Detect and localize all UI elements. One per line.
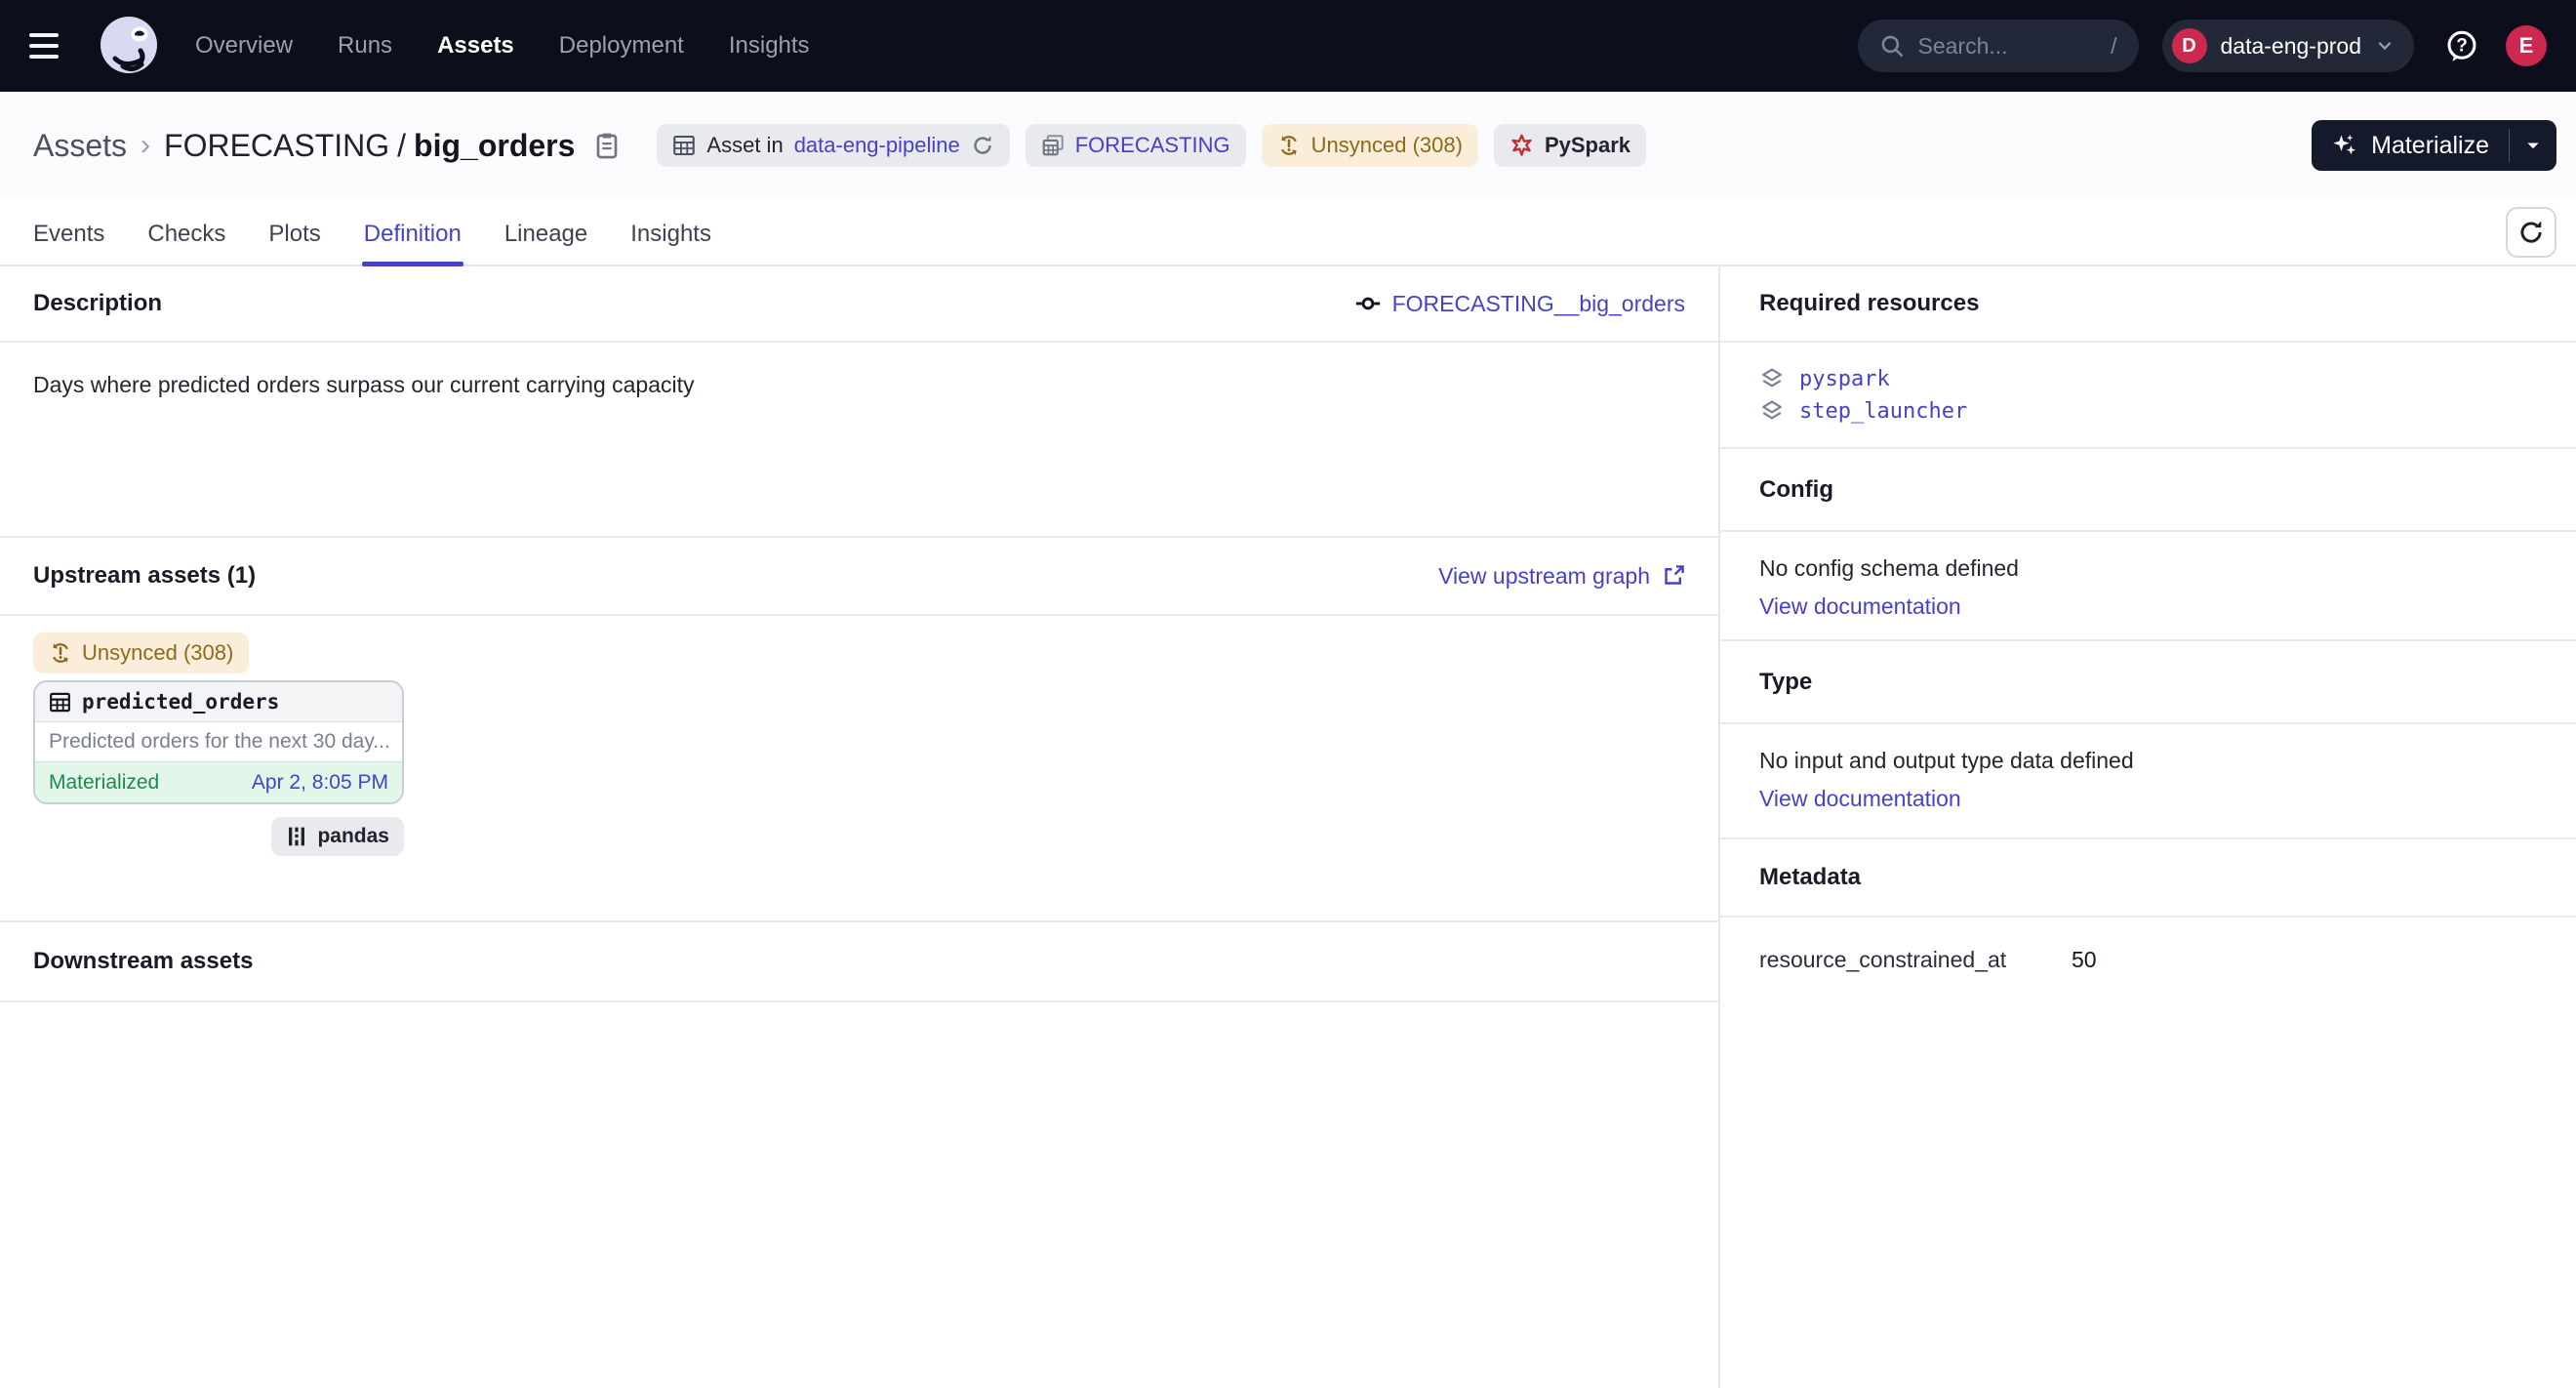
tab-checks[interactable]: Checks (147, 221, 225, 265)
view-upstream-graph-label: View upstream graph (1438, 563, 1650, 590)
pandas-kind-tag[interactable]: pandas (271, 817, 404, 856)
search-shortcut-hint: / (2111, 33, 2116, 60)
downstream-title: Downstream assets (33, 948, 253, 975)
resource-link-step-launcher[interactable]: step_launcher (1759, 395, 2537, 428)
asset-tabs: Events Checks Plots Definition Lineage I… (0, 199, 2576, 266)
deployment-switcher[interactable]: D data-eng-prod (2162, 20, 2415, 72)
spark-star-icon (1509, 134, 1534, 158)
breadcrumb-assets-link[interactable]: Assets (33, 128, 127, 164)
tab-insights[interactable]: Insights (630, 221, 711, 265)
breadcrumb-slash: / (397, 128, 406, 164)
chevron-down-icon (2375, 36, 2395, 56)
metadata-value: 50 (2072, 947, 2097, 973)
upstream-sync-badge-label: Unsynced (308) (82, 640, 233, 666)
config-view-documentation-link[interactable]: View documentation (1759, 593, 1961, 620)
layers-icon (1759, 367, 1785, 392)
materialize-label: Materialize (2371, 132, 2489, 160)
user-avatar[interactable]: E (2506, 25, 2547, 66)
asset-group-tag[interactable]: FORECASTING (1026, 124, 1246, 167)
tab-plots[interactable]: Plots (268, 221, 320, 265)
nav-item-runs[interactable]: Runs (338, 32, 392, 60)
view-upstream-graph-link[interactable]: View upstream graph (1438, 563, 1685, 590)
job-link[interactable]: FORECASTING__big_orders (1355, 291, 1685, 317)
breadcrumb-group: FORECASTING (164, 128, 389, 164)
search-icon (1879, 33, 1905, 59)
materialized-status: Materialized (49, 771, 159, 795)
svg-text:?: ? (2456, 36, 2468, 57)
refresh-icon[interactable] (971, 134, 994, 157)
pandas-kind-label: pandas (317, 825, 389, 848)
sparkles-icon (2331, 132, 2358, 159)
deployment-name: data-eng-prod (2221, 33, 2362, 60)
table-grid-icon (672, 134, 696, 157)
config-empty-message: No config schema defined (1759, 555, 2537, 582)
description-text: Days where predicted orders surpass our … (0, 343, 1718, 538)
top-nav: Overview Runs Assets Deployment Insights… (0, 0, 2576, 92)
upstream-asset-name: predicted_orders (82, 690, 279, 714)
type-empty-message: No input and output type data defined (1759, 748, 2537, 774)
metadata-title: Metadata (1720, 839, 2576, 918)
asset-header: Assets › FORECASTING / big_orders Asset … (0, 92, 2576, 199)
job-link-label: FORECASTING__big_orders (1392, 291, 1685, 317)
table-grid-icon (49, 691, 71, 714)
pipeline-link[interactable]: data-eng-pipeline (794, 133, 960, 158)
sync-status-label: Unsynced (308) (1311, 133, 1463, 158)
upstream-title: Upstream assets (1) (33, 562, 256, 590)
upstream-asset-description: Predicted orders for the next 30 day... (35, 722, 402, 762)
sync-alert-icon (49, 641, 72, 665)
hamburger-menu-icon[interactable] (29, 22, 76, 69)
sync-status-tag[interactable]: Unsynced (308) (1262, 124, 1478, 167)
materialize-dropdown-button[interactable] (2510, 120, 2556, 171)
help-icon[interactable]: ? (2443, 27, 2480, 64)
page-title-asset-name: big_orders (414, 128, 575, 164)
search-box[interactable]: / (1858, 20, 2139, 72)
tab-lineage[interactable]: Lineage (504, 221, 587, 265)
asset-group-icon (1041, 134, 1065, 157)
sync-alert-icon (1277, 134, 1301, 157)
primary-nav: Overview Runs Assets Deployment Insights (195, 32, 810, 60)
breadcrumb-separator: › (141, 129, 150, 162)
nav-item-overview[interactable]: Overview (195, 32, 293, 60)
search-input[interactable] (1918, 33, 2098, 60)
asset-in-prefix: Asset in (706, 133, 783, 158)
refresh-icon (2517, 219, 2545, 246)
config-title: Config (1720, 449, 2576, 532)
materialize-split-button: Materialize (2312, 120, 2556, 171)
required-resources-title: Required resources (1720, 266, 2576, 343)
resource-link-pyspark[interactable]: pyspark (1759, 363, 2537, 395)
upstream-asset-card[interactable]: predicted_orders Predicted orders for th… (33, 680, 404, 804)
resource-name: pyspark (1799, 367, 1890, 391)
metadata-row: resource_constrained_at 50 (1759, 947, 2537, 973)
materialization-timestamp-link[interactable]: Apr 2, 8:05 PM (252, 771, 388, 795)
description-title: Description (33, 290, 162, 317)
nav-item-insights[interactable]: Insights (729, 32, 810, 60)
compute-kind-tag[interactable]: PySpark (1494, 124, 1646, 167)
materialize-button[interactable]: Materialize (2312, 120, 2509, 171)
tab-definition[interactable]: Definition (364, 221, 462, 265)
layers-icon (1759, 399, 1785, 425)
dagster-logo[interactable] (98, 14, 162, 78)
metadata-key: resource_constrained_at (1759, 947, 2072, 973)
caret-down-icon (2523, 136, 2543, 155)
group-tag-label: FORECASTING (1075, 133, 1230, 158)
resource-name: step_launcher (1799, 399, 1967, 424)
refresh-button[interactable] (2506, 207, 2556, 258)
nav-item-assets[interactable]: Assets (437, 32, 514, 60)
deployment-badge: D (2172, 28, 2207, 63)
pandas-icon (286, 826, 307, 847)
compute-kind-label: PySpark (1545, 133, 1630, 158)
type-view-documentation-link[interactable]: View documentation (1759, 786, 1961, 812)
asset-in-pipeline-tag[interactable]: Asset in data-eng-pipeline (657, 124, 1009, 167)
type-title: Type (1720, 641, 2576, 724)
nav-item-deployment[interactable]: Deployment (559, 32, 684, 60)
commit-icon (1355, 291, 1381, 316)
upstream-sync-badge[interactable]: Unsynced (308) (33, 633, 249, 674)
clipboard-icon[interactable] (592, 131, 622, 160)
external-link-icon (1662, 564, 1685, 588)
tab-events[interactable]: Events (33, 221, 104, 265)
